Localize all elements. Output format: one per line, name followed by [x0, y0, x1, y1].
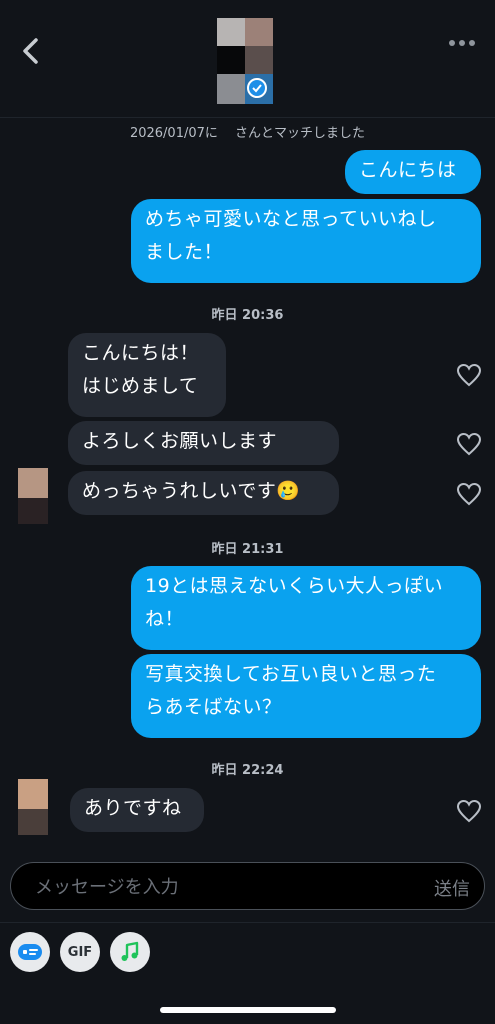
- gif-button[interactable]: GIF: [60, 932, 100, 972]
- message-composer: 送信: [10, 862, 485, 910]
- sticker-button[interactable]: [10, 932, 50, 972]
- incoming-message[interactable]: よろしくお願いします: [68, 421, 339, 465]
- message-text: はじめまして: [82, 375, 199, 397]
- message-input[interactable]: [35, 873, 395, 901]
- gif-label: GIF: [67, 944, 93, 960]
- message-text: ありですね: [84, 797, 182, 819]
- message-text: こんにちは！: [82, 342, 200, 364]
- sticker-icon: [18, 944, 42, 960]
- incoming-message[interactable]: めっちゃうれしいです🥲: [68, 471, 339, 515]
- message-text: よろしくお願いします: [82, 430, 278, 452]
- timestamp: 昨日 22:24: [211, 763, 284, 778]
- heart-icon[interactable]: [456, 363, 482, 387]
- timestamp: 昨日 21:31: [211, 542, 284, 557]
- message-text: らあそばない？: [145, 696, 282, 718]
- back-button[interactable]: [16, 34, 46, 68]
- chat-header: [0, 0, 495, 118]
- outgoing-message[interactable]: 写真交換してお互い良いと思った らあそばない？: [131, 654, 481, 738]
- incoming-message[interactable]: ありですね: [70, 788, 204, 832]
- outgoing-message[interactable]: めちゃ可愛いなと思っていいねし ました！: [131, 199, 481, 283]
- chevron-left-icon: [23, 38, 38, 64]
- message-text: 写真交換してお互い良いと思った: [145, 663, 437, 685]
- toolbar-divider: [0, 922, 495, 923]
- header-divider: [0, 117, 495, 118]
- music-button[interactable]: [110, 932, 150, 972]
- home-indicator: [160, 1007, 336, 1013]
- message-text: ね！: [145, 608, 185, 630]
- heart-icon[interactable]: [456, 482, 482, 506]
- verified-badge-icon: [247, 78, 267, 98]
- more-dot: [459, 40, 465, 46]
- match-notice: 2026/01/07に さんとマッチしました: [129, 126, 366, 141]
- heart-icon[interactable]: [456, 432, 482, 456]
- heart-icon[interactable]: [456, 799, 482, 823]
- outgoing-message[interactable]: こんにちは: [345, 150, 481, 194]
- message-text: めちゃ可愛いなと思っていいねし: [145, 208, 437, 230]
- more-options-button[interactable]: [449, 36, 477, 50]
- message-text: めっちゃうれしいです🥲: [82, 480, 301, 502]
- timestamp: 昨日 20:36: [211, 308, 284, 323]
- more-dot: [469, 40, 475, 46]
- message-text: こんにちは: [359, 159, 457, 181]
- outgoing-message[interactable]: 19とは思えないくらい大人っぽい ね！: [131, 566, 481, 650]
- more-dot: [449, 40, 455, 46]
- music-note-icon: [121, 941, 139, 961]
- sender-avatar[interactable]: [18, 779, 56, 835]
- sender-avatar[interactable]: [18, 468, 56, 524]
- message-text: 19とは思えないくらい大人っぽい: [145, 575, 444, 597]
- incoming-message[interactable]: こんにちは！ はじめまして: [68, 333, 226, 417]
- message-text: ました！: [145, 241, 224, 263]
- send-button[interactable]: 送信: [434, 875, 470, 901]
